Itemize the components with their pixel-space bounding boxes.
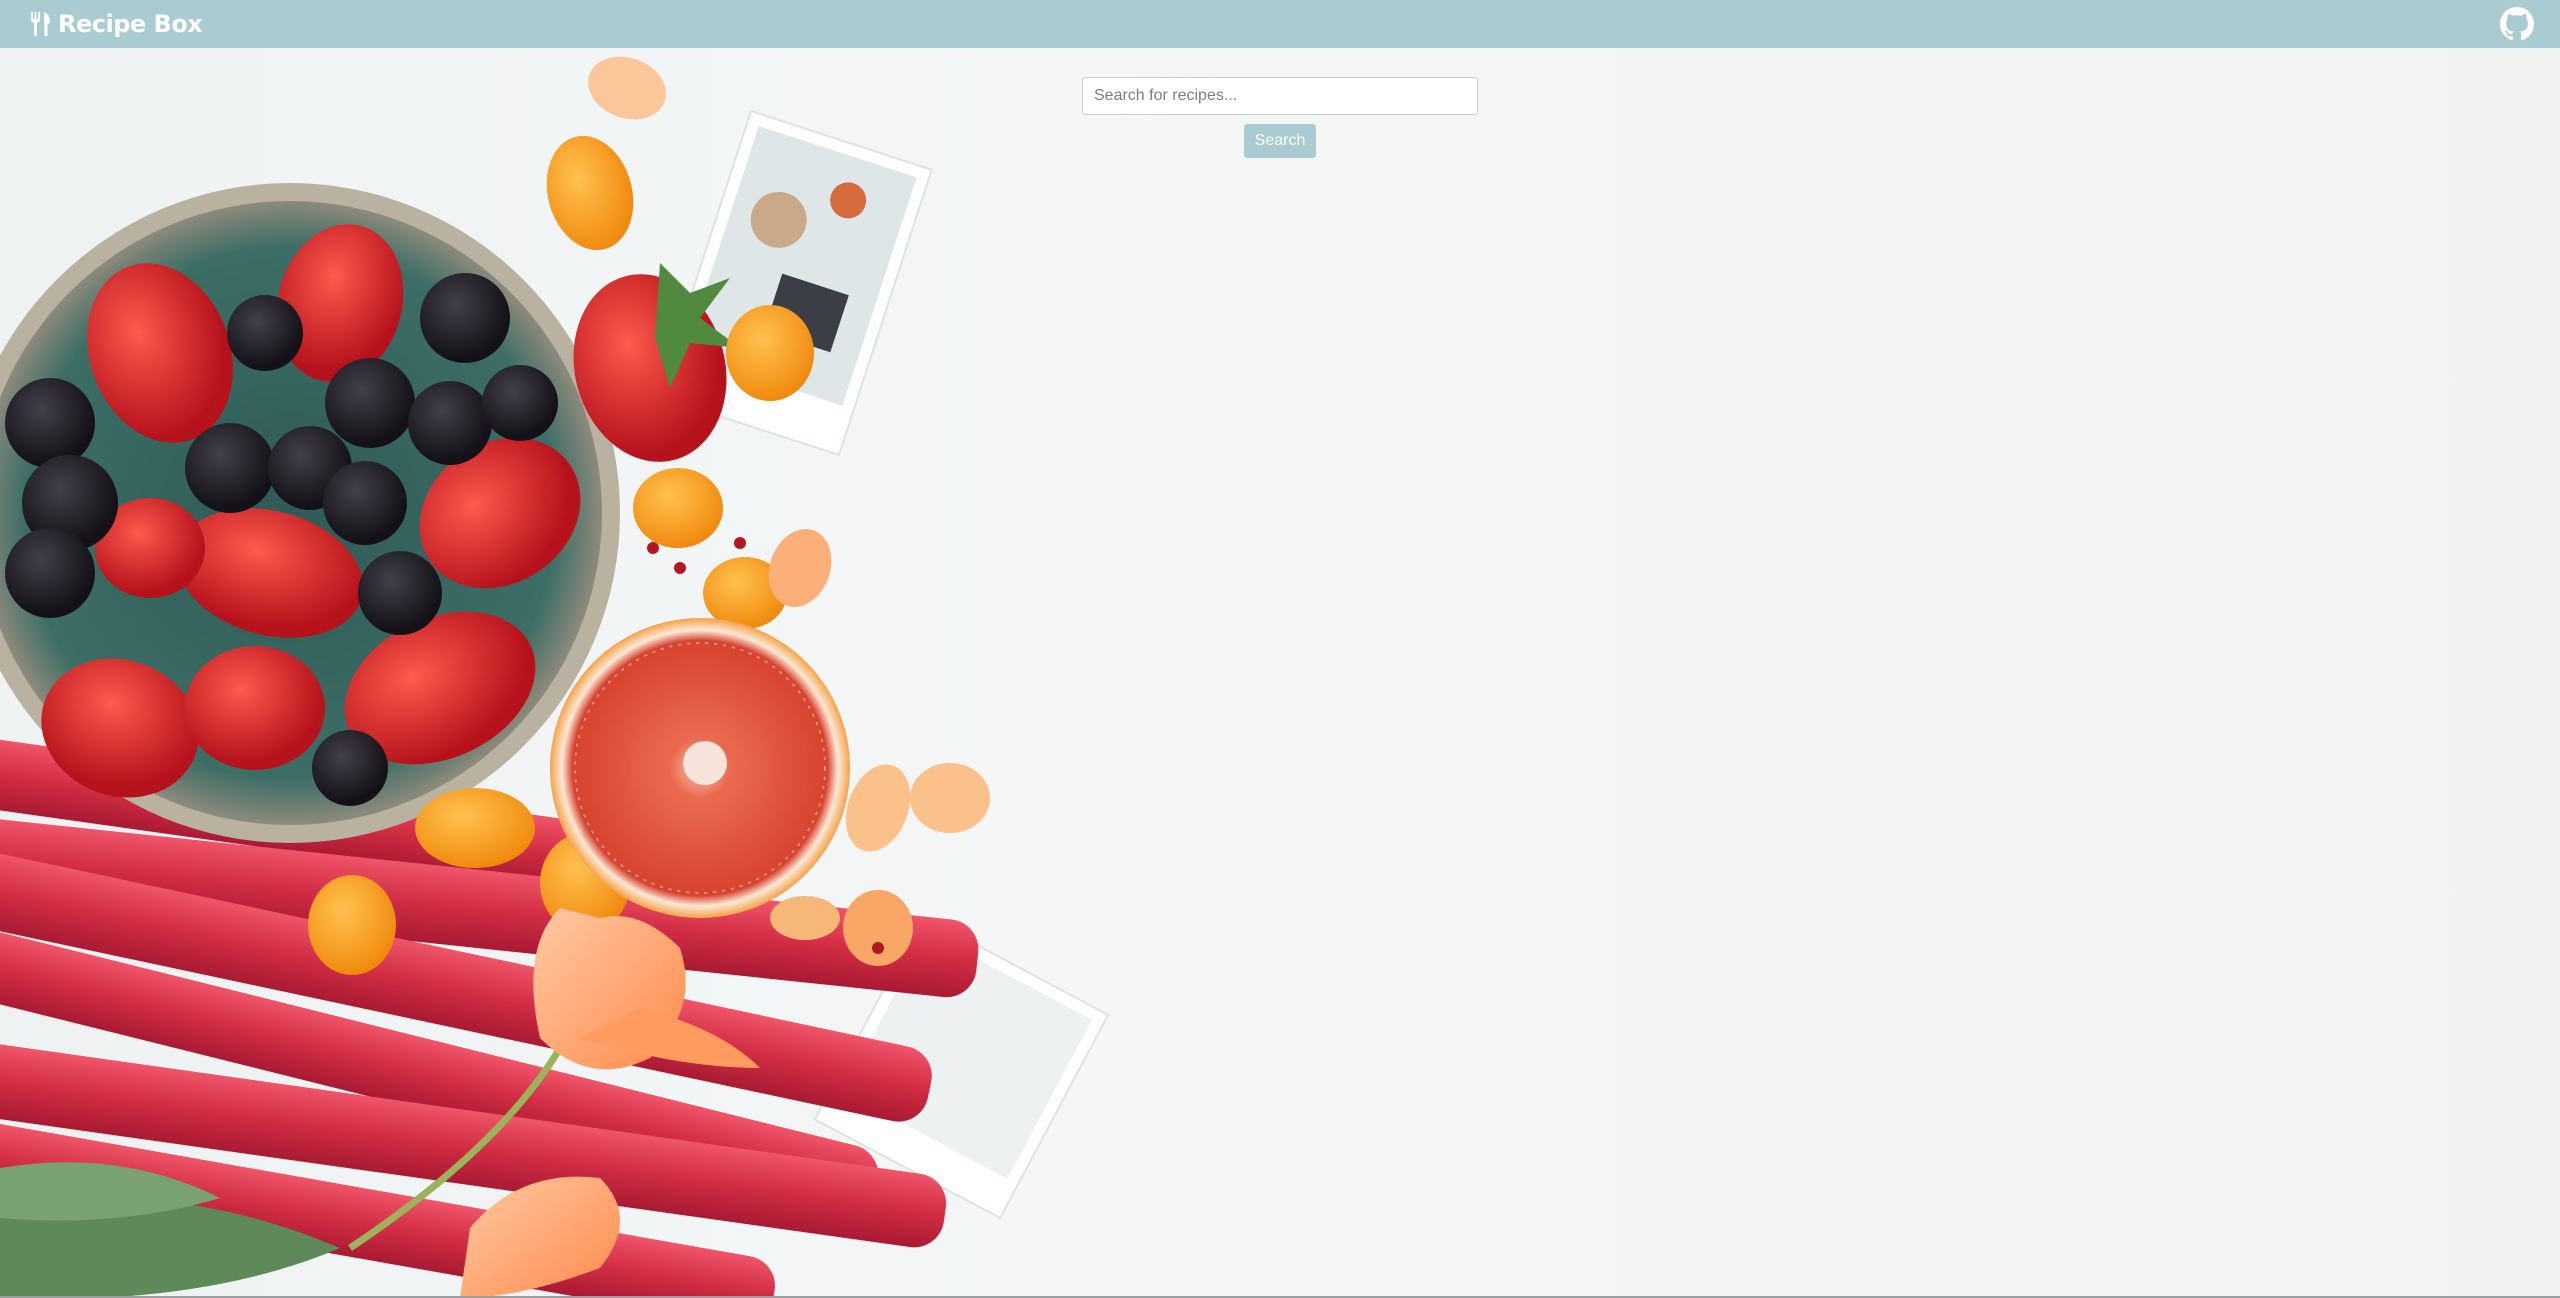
search-input[interactable]	[1082, 77, 1478, 115]
fork-knife-icon	[30, 11, 52, 37]
navbar: Recipe Box	[0, 0, 2560, 48]
search-button[interactable]: Search	[1243, 124, 1317, 158]
app-title: Recipe Box	[58, 10, 203, 38]
github-link[interactable]	[2500, 7, 2534, 41]
fruit-flatlay-background	[0, 56, 1110, 1298]
github-icon	[2500, 7, 2534, 41]
app-root: Recipe Box Search for recipes... Search	[0, 0, 2560, 1298]
brand-link[interactable]: Recipe Box	[30, 10, 203, 38]
search-area: Search	[1082, 77, 1478, 158]
